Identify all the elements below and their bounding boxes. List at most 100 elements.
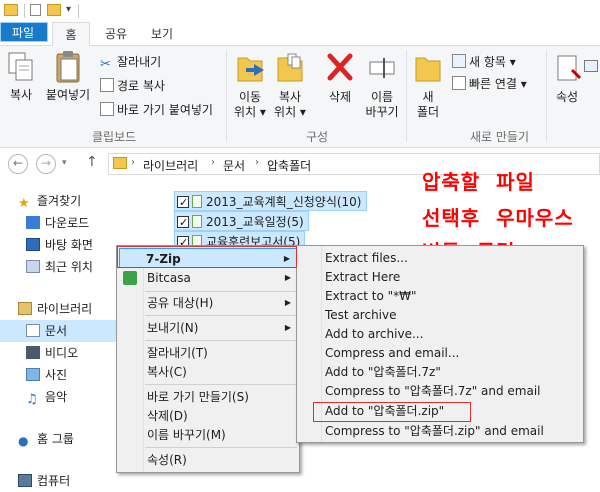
- nav-music[interactable]: ♫ 음악: [26, 386, 67, 408]
- properties-icon: [557, 55, 582, 81]
- easy-access-icon: [452, 76, 466, 90]
- menu-item-bitcasa[interactable]: Bitcasa ▶: [119, 268, 297, 288]
- menu-item-create-shortcut[interactable]: 바로 가기 만들기(S): [119, 387, 297, 407]
- breadcrumb-compressed-folder[interactable]: 압축폴더: [267, 157, 311, 174]
- open-icon[interactable]: [584, 60, 598, 72]
- rename-label-2: 바꾸기: [365, 105, 399, 119]
- copy-path-button[interactable]: 경로 복사: [100, 76, 165, 96]
- chevron-right-icon[interactable]: ›: [255, 157, 259, 168]
- nav-pictures-label: 사진: [45, 368, 68, 382]
- nav-music-label: 음악: [45, 390, 68, 404]
- checkbox[interactable]: [177, 193, 189, 213]
- title-bar: ▾: [0, 0, 600, 22]
- breadcrumb-documents[interactable]: 문서: [223, 157, 245, 174]
- copy-to-button[interactable]: 복사 위치 ▾: [272, 50, 308, 120]
- nav-homegroup[interactable]: ● 홈 그룹: [18, 428, 74, 450]
- move-to-button[interactable]: 이동 위치 ▾: [232, 50, 268, 120]
- chevron-right-icon[interactable]: ›: [211, 157, 215, 168]
- zip-compress-and-email[interactable]: Compress and email...: [325, 343, 459, 363]
- back-button[interactable]: ←: [8, 154, 28, 174]
- file-item[interactable]: 2013_교육일정(5): [174, 211, 309, 233]
- up-arrow-icon[interactable]: ↑: [86, 154, 98, 170]
- tab-home[interactable]: 홈: [52, 22, 90, 47]
- menu-item-label: 공유 대상(H): [147, 296, 214, 310]
- menu-item-properties[interactable]: 속성(R): [119, 450, 297, 470]
- paste-button[interactable]: 붙여넣기: [44, 50, 92, 103]
- music-icon: ♫: [26, 392, 38, 407]
- submenu-arrow-icon: ▶: [284, 273, 291, 282]
- nav-libraries[interactable]: 라이브러리: [18, 298, 92, 320]
- new-folder-icon[interactable]: [47, 4, 61, 16]
- zip-extract-here[interactable]: Extract Here: [325, 267, 400, 287]
- zip-add-to-archive[interactable]: Add to archive...: [325, 324, 423, 344]
- star-icon: ★: [18, 196, 30, 211]
- zip-compress-zip-email[interactable]: Compress to "압축폴더.zip" and email: [325, 421, 544, 441]
- breadcrumb-libraries[interactable]: 라이브러리: [143, 157, 198, 174]
- annotation-line-2: 선택후 우마우스: [422, 206, 574, 230]
- properties-icon[interactable]: [30, 4, 41, 16]
- zip-add-to-7z[interactable]: Add to "압축폴더.7z": [325, 362, 441, 382]
- file-item[interactable]: 2013_교육계획_신청양식(10): [174, 191, 367, 213]
- nav-recent[interactable]: 최근 위치: [26, 256, 93, 278]
- menu-item-cut[interactable]: 잘라내기(T): [119, 343, 297, 363]
- annotation-line-1: 압축할 파일: [422, 170, 535, 194]
- menu-item-send-to[interactable]: 보내기(N) ▶: [119, 318, 297, 338]
- file-icon: [192, 215, 202, 228]
- zip-extract-to[interactable]: Extract to "*₩": [325, 286, 417, 306]
- menu-item-copy[interactable]: 복사(C): [119, 362, 297, 382]
- toolbar-separator: [24, 4, 25, 18]
- tab-file[interactable]: 파일: [0, 22, 48, 42]
- zip-compress-7z-email[interactable]: Compress to "압축폴더.7z" and email: [325, 381, 541, 401]
- properties-button[interactable]: 속성: [550, 50, 584, 105]
- folder-icon[interactable]: [4, 4, 18, 16]
- nav-videos-label: 비디오: [45, 346, 79, 360]
- rename-button[interactable]: 이름 바꾸기: [362, 50, 402, 120]
- cut-button[interactable]: ✂ 잘라내기: [100, 52, 161, 72]
- videos-icon: [26, 346, 40, 359]
- forward-button[interactable]: →: [36, 154, 56, 174]
- paste-shortcut-label: 바로 가기 붙여넣기: [117, 103, 213, 117]
- nav-pictures[interactable]: 사진: [26, 364, 67, 386]
- copy-button[interactable]: 복사: [4, 50, 38, 103]
- move-to-label-2: 위치 ▾: [234, 105, 266, 119]
- zip-extract-files[interactable]: Extract files...: [325, 248, 408, 268]
- rename-label-1: 이름: [370, 90, 394, 104]
- easy-access-label: 빠른 연결 ▾: [469, 77, 527, 91]
- menu-item-rename[interactable]: 이름 바꾸기(M): [119, 425, 297, 445]
- file-name: 2013_교육일정(5): [206, 215, 304, 229]
- group-separator: [546, 50, 547, 142]
- recent-dropdown-icon[interactable]: ▾: [62, 158, 67, 168]
- copy-to-label-1: 복사: [278, 90, 302, 104]
- nav-downloads[interactable]: 다운로드: [26, 212, 89, 234]
- zip-test-archive[interactable]: Test archive: [325, 305, 397, 325]
- pictures-icon: [26, 368, 40, 381]
- zip-add-to-zip[interactable]: Add to "압축폴더.zip": [325, 401, 444, 421]
- delete-button[interactable]: 삭제: [322, 50, 358, 105]
- paste-shortcut-button[interactable]: 바로 가기 붙여넣기: [100, 100, 213, 120]
- copy-path-label: 경로 복사: [117, 79, 165, 93]
- tab-view[interactable]: 보기: [140, 22, 184, 46]
- nav-favorites[interactable]: ★ 즐겨찾기: [18, 190, 81, 212]
- tab-share[interactable]: 공유: [94, 22, 138, 46]
- homegroup-icon: ●: [18, 434, 29, 448]
- nav-desktop[interactable]: 바탕 화면: [26, 234, 93, 256]
- chevron-right-icon[interactable]: ›: [131, 157, 135, 168]
- nav-videos[interactable]: 비디오: [26, 342, 78, 364]
- downloads-icon: [26, 216, 40, 229]
- new-folder-button[interactable]: 새 폴더: [410, 50, 446, 120]
- delete-label: 삭제: [328, 90, 352, 104]
- group-separator: [226, 50, 227, 142]
- nav-documents[interactable]: 문서: [0, 320, 122, 342]
- menu-item-delete[interactable]: 삭제(D): [119, 406, 297, 426]
- group-label-new: 새로 만들기: [470, 130, 530, 144]
- easy-access-button[interactable]: 빠른 연결 ▾: [452, 74, 527, 94]
- bitcasa-icon: [123, 271, 137, 285]
- copy-label: 복사: [9, 88, 33, 102]
- menu-item-label: 복사(C): [147, 365, 187, 379]
- new-item-button[interactable]: 새 항목 ▾: [452, 52, 516, 72]
- nav-computer[interactable]: 컴퓨터: [18, 470, 70, 492]
- checkbox[interactable]: [177, 213, 189, 233]
- menu-item-share-with[interactable]: 공유 대상(H) ▶: [119, 293, 297, 313]
- menu-item-label: 삭제(D): [147, 409, 188, 423]
- quick-access-dropdown-icon[interactable]: ▾: [66, 4, 71, 15]
